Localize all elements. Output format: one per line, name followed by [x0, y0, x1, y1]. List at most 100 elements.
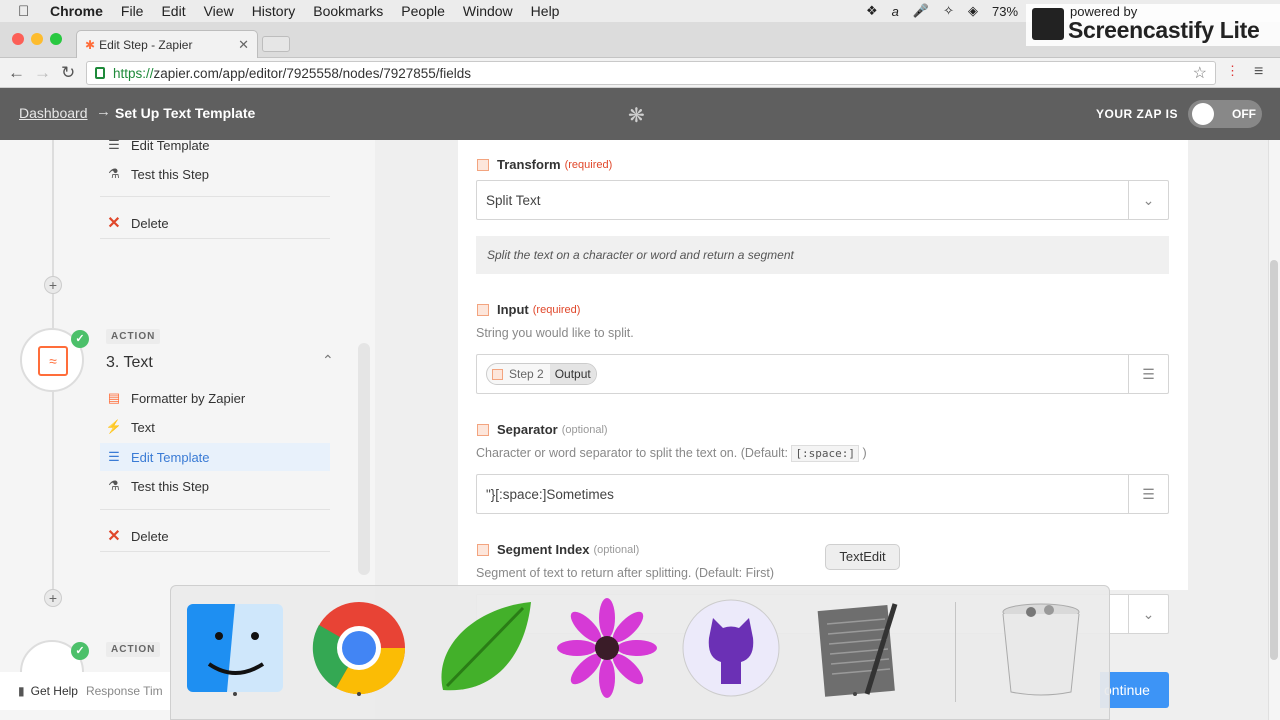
check-icon: ✓	[71, 642, 89, 660]
minimize-window-icon[interactable]	[31, 33, 43, 45]
flask-icon: ⚗	[108, 478, 120, 493]
network-icon[interactable]: ✧	[943, 3, 954, 19]
divider	[100, 551, 330, 552]
separator-default-code: [:space:]	[791, 445, 860, 462]
sidebar-scrollbar[interactable]	[358, 343, 370, 575]
menu-help[interactable]: Help	[531, 3, 560, 19]
sidebar-item-formatter[interactable]: ▤ Formatter by Zapier	[100, 384, 330, 412]
running-indicator	[853, 692, 857, 696]
menu-bookmarks[interactable]: Bookmarks	[313, 3, 383, 19]
forward-arrow-icon[interactable]: →	[34, 63, 51, 83]
add-step-plus-icon[interactable]: +	[44, 276, 62, 294]
zapier-favicon-icon: ✱	[85, 37, 96, 52]
sidebar-item-delete[interactable]: ✕ Delete	[100, 522, 330, 550]
apple-icon[interactable]: 	[18, 3, 36, 20]
close-window-icon[interactable]	[12, 33, 24, 45]
new-tab-button[interactable]	[262, 36, 290, 52]
sidebar-item-label: Edit Template	[131, 449, 210, 465]
reload-icon[interactable]: ↻	[61, 63, 75, 83]
bolt-icon: ⚡	[105, 419, 123, 434]
menu-history[interactable]: History	[252, 3, 296, 19]
separator-label-text: Separator	[497, 422, 558, 437]
running-indicator	[233, 692, 237, 696]
finder-icon[interactable]	[185, 598, 285, 698]
signature-icon[interactable]: a	[892, 4, 899, 19]
zap-status-label: YOUR ZAP IS	[1096, 107, 1178, 121]
menu-people[interactable]: People	[401, 3, 445, 19]
field-icon	[477, 158, 489, 171]
url-field[interactable]: https://zapier.com/app/editor/7925558/no…	[86, 61, 1216, 85]
insert-field-icon[interactable]: ☰	[1128, 355, 1168, 393]
input-label: Input (required)	[477, 302, 580, 317]
transform-label: Transform (required)	[477, 157, 612, 172]
input-help: String you would like to split.	[476, 326, 634, 340]
page-title: Set Up Text Template	[115, 105, 256, 121]
input-field[interactable]: Step 2 Output ☰	[476, 354, 1169, 394]
bookmark-star-icon[interactable]: ☆	[1193, 63, 1207, 83]
menu-window[interactable]: Window	[463, 3, 513, 19]
screencastify-watermark: powered by Screencastify Lite	[1026, 4, 1280, 46]
chat-icon: ▮	[18, 684, 25, 698]
microphone-icon[interactable]: 🎤	[913, 3, 929, 19]
sidebar-item-delete-prev[interactable]: ✕ Delete	[100, 209, 330, 237]
add-step-plus-icon[interactable]: +	[44, 589, 62, 607]
transform-description: Split the text on a character or word an…	[476, 236, 1169, 274]
sidebar-item-edit-template-prev[interactable]: ☰ Edit Template	[100, 131, 330, 159]
chevron-up-icon[interactable]: ⌃	[322, 352, 334, 369]
back-arrow-icon[interactable]: ←	[8, 63, 25, 83]
transform-label-text: Transform	[497, 157, 561, 172]
separator-field[interactable]: "}[:space:]Sometimes ☰	[476, 474, 1169, 514]
sidebar-item-test-step[interactable]: ⚗ Test this Step	[100, 472, 330, 500]
menu-app-name[interactable]: Chrome	[50, 3, 103, 19]
tab-edit-step[interactable]: ✱ Edit Step - Zapier ✕	[76, 30, 258, 58]
separator-value: "}[:space:]Sometimes	[486, 486, 614, 502]
chrome-menu-icon[interactable]: ≡	[1254, 63, 1263, 81]
segment-help: Segment of text to return after splittin…	[476, 566, 775, 580]
dropbox-icon[interactable]: ❖	[866, 3, 878, 19]
battery-label[interactable]: 73%	[992, 4, 1018, 19]
insert-field-icon[interactable]: ☰	[1128, 475, 1168, 513]
breadcrumb-dashboard[interactable]: Dashboard	[19, 105, 88, 121]
chevron-down-icon[interactable]: ⌄	[1128, 181, 1168, 219]
chevron-down-icon[interactable]: ⌄	[1128, 595, 1168, 633]
url-scheme: https://	[113, 65, 154, 81]
coda-icon[interactable]	[433, 598, 533, 698]
trash-icon[interactable]	[991, 598, 1091, 698]
sidebar-item-text[interactable]: ⚡ Text	[100, 413, 330, 441]
transform-select[interactable]: Split Text ⌄	[476, 180, 1169, 220]
page-scrollbar[interactable]	[1268, 140, 1280, 720]
menu-view[interactable]: View	[204, 3, 234, 19]
daisy-icon[interactable]	[557, 598, 657, 698]
sidebar-item-label: Delete	[131, 528, 169, 544]
wifi-icon[interactable]: ◈	[968, 3, 978, 19]
page-scrollbar-thumb[interactable]	[1270, 260, 1278, 660]
textedit-icon[interactable]	[805, 598, 905, 698]
continue-button[interactable]: ontinue	[1100, 672, 1169, 708]
film-icon	[1032, 8, 1064, 40]
step-output-pill[interactable]: Step 2 Output	[486, 363, 597, 385]
menu-edit[interactable]: Edit	[161, 3, 185, 19]
github-desktop-icon[interactable]	[681, 598, 781, 698]
sidebar-item-label: Formatter by Zapier	[131, 390, 246, 406]
sidebar-item-edit-template[interactable]: ☰ Edit Template	[100, 443, 330, 471]
menu-file[interactable]: File	[121, 3, 144, 19]
dock-separator	[955, 602, 956, 702]
zoom-window-icon[interactable]	[50, 33, 62, 45]
flask-icon: ⚗	[108, 166, 120, 181]
zap-toggle[interactable]: OFF	[1188, 100, 1262, 128]
extension-icon[interactable]: ⋮	[1226, 63, 1239, 79]
toggle-knob	[1192, 103, 1214, 125]
step-title[interactable]: 3. Text	[106, 354, 153, 372]
divider	[100, 196, 330, 197]
lines-icon: ☰	[108, 449, 120, 464]
sidebar-item-test-step-prev[interactable]: ⚗ Test this Step	[100, 160, 330, 188]
field-icon	[492, 368, 503, 380]
input-label-text: Input	[497, 302, 529, 317]
get-help-bar[interactable]: ▮ Get Help Response Tim	[0, 672, 170, 710]
sidebar-item-label: Delete	[131, 215, 169, 231]
close-tab-icon[interactable]: ✕	[238, 37, 249, 53]
chrome-icon[interactable]	[309, 598, 409, 698]
field-icon	[477, 543, 489, 556]
macos-dock	[170, 585, 1110, 720]
required-tag: (required)	[532, 303, 581, 316]
